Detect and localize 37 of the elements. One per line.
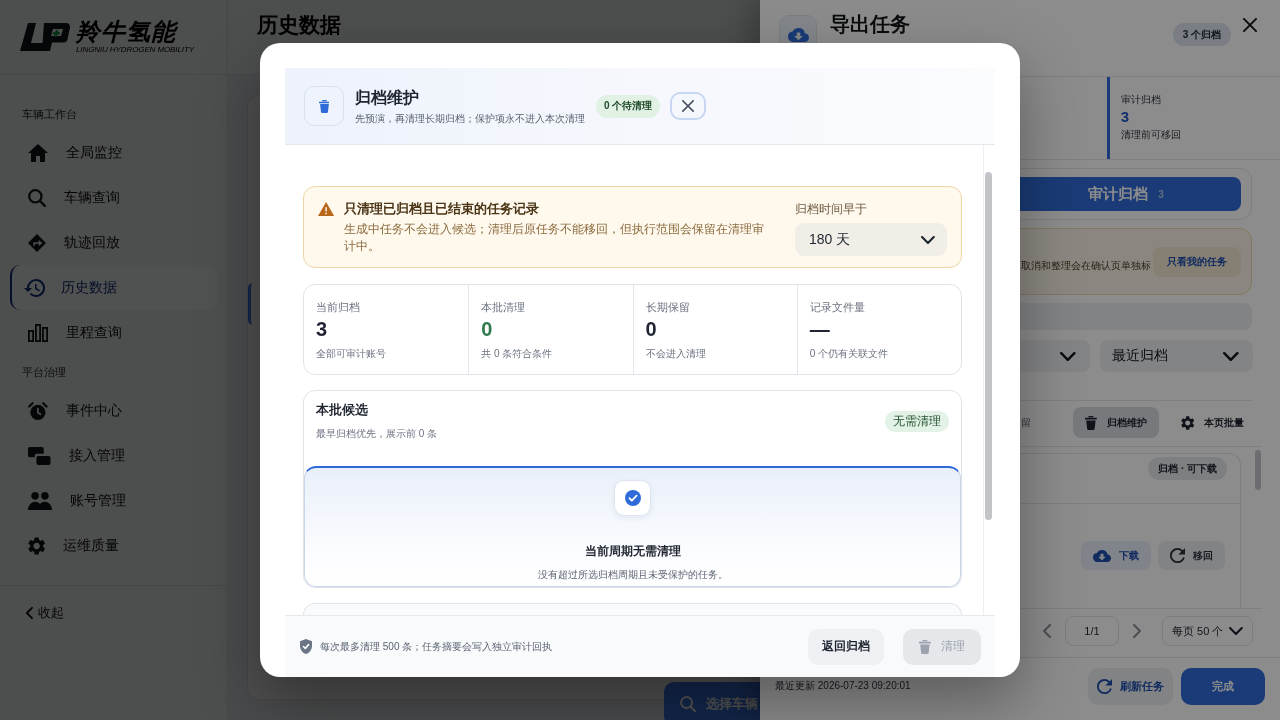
stat-label: 长期保留: [645, 300, 691, 314]
dialog-title: 归档维护: [355, 87, 420, 108]
update-time: 最近更新 2026-07-23 09:20:01: [775, 680, 911, 692]
stat-value: 0: [481, 317, 494, 341]
brand-tagline: LINGNIU HYDROGEN MOBILITY: [76, 45, 194, 55]
stat-value: 3: [1120, 108, 1130, 126]
field-label: 归档时间早于: [795, 201, 868, 217]
count-badge: 3 个归档: [1172, 23, 1231, 46]
stat-value: 3: [316, 317, 329, 341]
stat-label: 当前归档: [316, 300, 361, 314]
stat-value: 0: [645, 317, 658, 341]
footer-note: 每次最多清理 500 条；任务摘要会写入独立审计回执: [320, 639, 553, 654]
notice-text: 取消和整理会在确认页单独标: [1021, 259, 1151, 272]
count-badge: 0 个待清理: [596, 94, 661, 118]
stat-label: 记录文件量: [809, 300, 866, 314]
stat-note: 清理前可移回: [1120, 128, 1182, 141]
section-subtitle: 最早归档优先，展示前 0 条: [316, 427, 438, 440]
warning-text: 生成中任务不会进入候选；清理后原任务不能移回，但执行范围会保留在清理审计中。: [344, 221, 765, 255]
stat-note: 0 个仍有关联文件: [809, 347, 890, 360]
stat-label: 本批清理: [481, 300, 527, 314]
drawer-title: 导出任务: [830, 12, 910, 36]
stat-note: 不会进入清理: [645, 347, 707, 360]
stat-note: 共 0 条符合条件: [481, 347, 554, 360]
status-badge: 无需清理: [885, 411, 949, 432]
page-indicator: 1/1: [1065, 616, 1119, 646]
section-title: 本批候选: [316, 402, 369, 418]
empty-title: 当前周期无需清理: [584, 544, 681, 559]
stat-value: —: [809, 317, 831, 341]
empty-text: 没有超过所选归档周期且未受保护的任务。: [537, 568, 728, 581]
stat-label: 审计归档: [1120, 93, 1162, 106]
tab-count: 3: [1158, 188, 1164, 200]
status-badge: 归档 · 可下载: [1148, 457, 1227, 480]
dialog-subtitle: 先预演，再清理长期归档；保护项永不进入本次清理: [355, 111, 585, 125]
page-title: 历史数据: [257, 12, 341, 38]
brand-name: 羚牛氢能: [76, 19, 179, 45]
stat-note: 全部可审计账号: [316, 347, 387, 360]
warning-title: 只清理已归档且已结束的任务记录: [344, 201, 540, 217]
